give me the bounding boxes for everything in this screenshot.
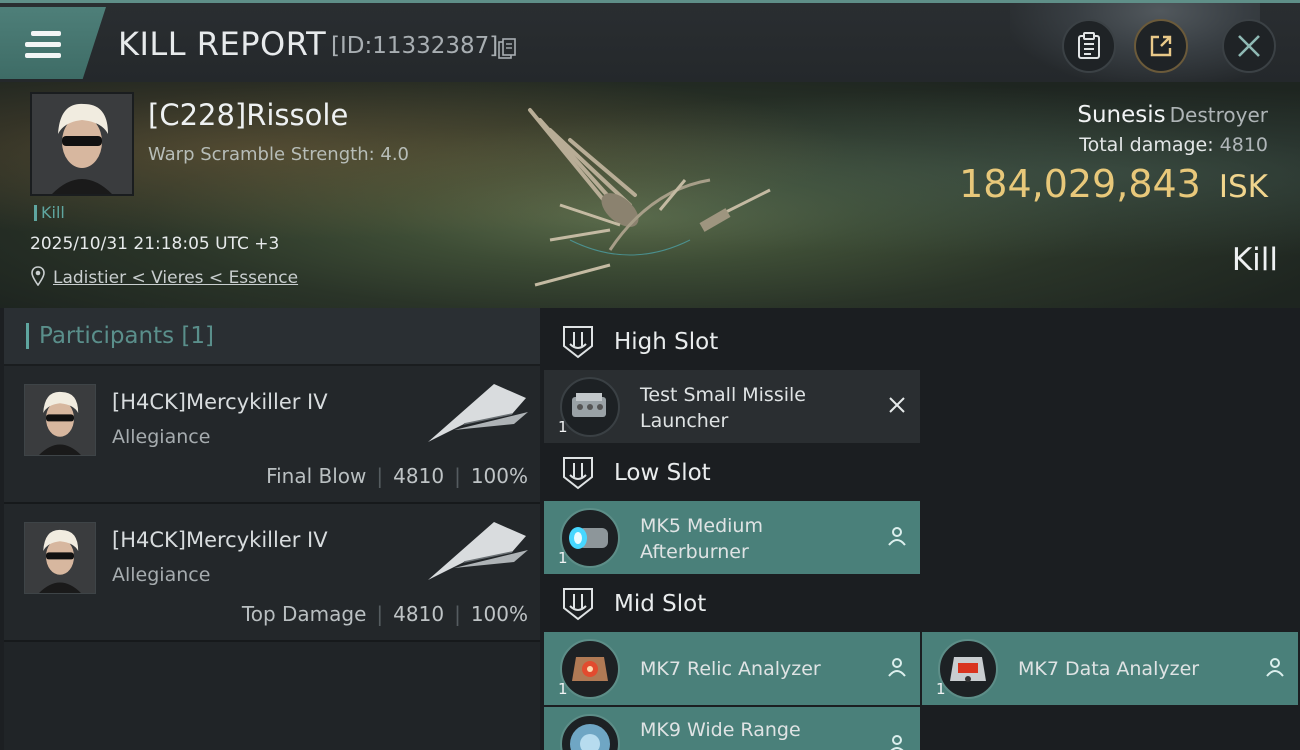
high-slot-header: High Slot [544,312,920,372]
participant-ship-image [428,522,528,580]
separator: | [454,464,461,488]
total-damage-value: 4810 [1219,134,1268,156]
participant-name[interactable]: [H4CK]Mercykiller IV [112,528,328,552]
pilot-icon [888,658,906,677]
report-id: [ID:11332387] [331,33,499,59]
ship-summary: Sunesis Destroyer Total damage: 4810 184,0… [959,102,1268,206]
close-button[interactable] [1222,19,1276,73]
isk-line: 184,029,843 ISK [959,162,1268,206]
kill-tag: Kill [34,205,65,221]
ship-name[interactable]: Sunesis [1077,102,1165,128]
participant-ship-image [428,384,528,442]
pilot-avatar [24,384,96,456]
clipboard-icon [1078,32,1100,59]
module-item[interactable]: 1 MK5 Medium Afterburner [544,501,920,574]
slot-icon [563,326,593,359]
participant-stats: Top Damage | 4810 | 100% [242,602,528,626]
participant-damage: 4810 [393,602,445,626]
slot-icon [563,457,593,490]
mid-slot-header: Mid Slot [544,574,920,634]
separator: | [376,602,384,626]
data-analyzer-icon [938,639,998,699]
participant-row[interactable]: [H4CK]Mercykiller IV Allegiance Top Dama… [4,504,540,642]
participant-corp: Allegiance [112,564,211,586]
participant-role: Final Blow [266,464,367,488]
module-name: MK7 Data Analyzer [1018,658,1200,680]
participant-row[interactable]: [H4CK]Mercykiller IV Allegiance Final Bl… [4,366,540,504]
copy-icon[interactable] [497,38,517,60]
pilot-avatar [24,522,96,594]
isk-unit: ISK [1218,169,1268,205]
module-quantity: 1 [558,549,568,567]
module-name: Test Small Missile Launcher [640,384,806,432]
participant-percent: 100% [470,602,528,626]
ship-line: Sunesis Destroyer [959,102,1268,128]
clipboard-button[interactable] [1062,19,1116,73]
location-pin-icon [31,266,45,286]
module-quantity: 1 [558,680,568,698]
module-item[interactable]: MK9 Wide Range [544,707,920,750]
header-accent [26,323,29,349]
pilot-icon [1266,658,1284,677]
top-bar: KILL REPORT [ID:11332387] [0,0,1300,85]
victim-ship-image [528,108,771,287]
low-slot-label: Low Slot [614,460,711,486]
module-item[interactable]: 1 Test Small Missile Launcher [544,370,920,443]
high-slot-label: High Slot [614,329,719,355]
fitting-panel: High Slot 1 Test Small Missile Launcher … [540,308,1300,750]
participants-label: Participants [1] [39,323,214,349]
close-icon [1238,35,1260,57]
total-damage-label: Total damage: [1079,134,1214,156]
victim-banner: [C228]Rissole Warp Scramble Strength: 4.… [0,82,1300,308]
ship-class: Destroyer [1169,103,1268,127]
mid-slot-label: Mid Slot [614,591,707,617]
low-slot-header: Low Slot [544,443,920,503]
missile-launcher-icon [560,377,620,437]
module-name: MK9 Wide Range [640,719,801,741]
pilot-avatar [32,94,132,194]
share-button[interactable] [1134,19,1188,73]
separator: | [376,464,384,488]
wide-range-icon [560,714,620,750]
participants-header: Participants [1] [4,308,540,366]
module-item[interactable]: 1 MK7 Data Analyzer [922,632,1298,705]
separator: | [454,602,461,626]
module-quantity: 1 [936,680,946,698]
pilot-icon [890,735,904,750]
menu-button[interactable] [0,7,106,79]
slot-icon [563,588,593,621]
module-name: MK5 Medium Afterburner [640,515,763,563]
pilot-icon [888,527,906,546]
participant-name[interactable]: [H4CK]Mercykiller IV [112,390,328,414]
destroyed-x-icon [889,397,905,413]
kill-datetime: 2025/10/31 21:18:05 UTC +3 [30,234,280,254]
participant-damage: 4810 [393,464,445,488]
share-icon [1150,35,1172,57]
page-title: KILL REPORT [118,25,327,63]
module-item[interactable]: 1 MK7 Relic Analyzer [544,632,920,705]
participants-panel: Participants [1] [H4CK]Mercykiller IV Al… [4,308,540,750]
afterburner-icon [560,508,620,568]
participant-corp: Allegiance [112,426,211,448]
isk-value: 184,029,843 [959,162,1201,206]
module-quantity: 1 [558,418,568,436]
kill-location-link[interactable]: Ladistier < Vieres < Essence [53,268,298,288]
module-name: MK7 Relic Analyzer [640,658,821,680]
menu-icon [25,31,61,59]
participant-stats: Final Blow | 4810 | 100% [266,464,528,488]
participant-percent: 100% [470,464,528,488]
victim-name[interactable]: [C228]Rissole [148,98,348,132]
result-label: Kill [1231,242,1278,278]
total-damage-line: Total damage: 4810 [959,134,1268,156]
warp-scramble-strength: Warp Scramble Strength: 4.0 [148,144,410,165]
victim-portrait[interactable] [30,92,134,196]
relic-analyzer-icon [560,639,620,699]
participant-role: Top Damage [241,602,367,626]
